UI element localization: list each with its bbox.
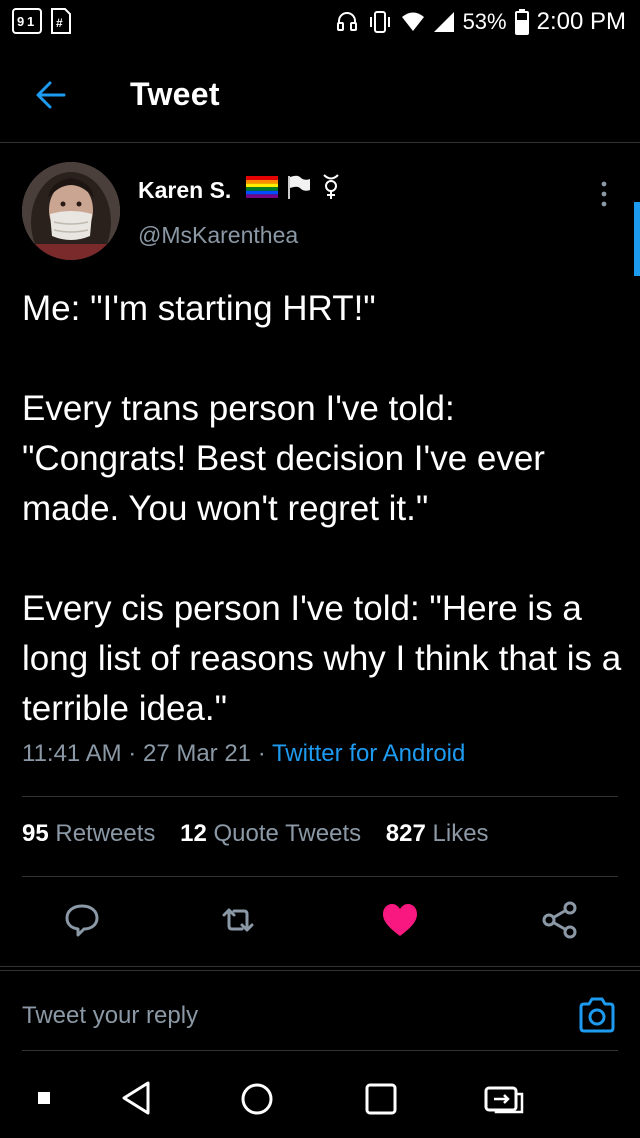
more-options-button[interactable]: [596, 180, 612, 208]
likes-count: 827: [385, 820, 426, 847]
more-vertical-icon: [601, 181, 607, 207]
divider: [22, 1050, 618, 1051]
nav-home-button[interactable]: [240, 1082, 274, 1121]
battery-percent: 53%: [462, 9, 507, 34]
reply-icon: [65, 904, 99, 937]
notification-icon: 91: [12, 8, 42, 39]
tweet-source-link[interactable]: Twitter for Android: [272, 740, 465, 767]
reply-input[interactable]: Tweet your reply: [22, 1002, 198, 1030]
reply-button[interactable]: [60, 898, 104, 942]
wifi-icon: [401, 12, 424, 31]
share-icon: [542, 901, 577, 939]
vibrate-icon: [369, 11, 390, 33]
white-flag-icon: [288, 175, 310, 199]
divider: [22, 796, 618, 797]
meta-separator: ·: [128, 740, 137, 767]
tweet-text: Me: "I'm starting HRT!" Every trans pers…: [22, 289, 622, 728]
avatar[interactable]: [22, 162, 120, 260]
back-button[interactable]: [34, 78, 68, 112]
name-emoji: [246, 174, 342, 200]
scrollbar[interactable]: [634, 202, 640, 276]
divider: [22, 876, 618, 877]
retweet-icon: [222, 908, 254, 932]
headset-icon: [336, 12, 357, 31]
nav-dot-icon[interactable]: [38, 1092, 50, 1104]
retweet-button[interactable]: [216, 898, 260, 942]
quotes-label: Quote Tweets: [213, 820, 362, 847]
sim-icon: #: [50, 8, 72, 39]
svg-text:9: 9: [17, 14, 24, 29]
likes-stat[interactable]: 827 Likes: [386, 820, 489, 847]
transgender-symbol-icon: [323, 174, 339, 199]
camera-button[interactable]: [578, 996, 616, 1034]
nav-switch-button[interactable]: [484, 1084, 524, 1121]
author-handle[interactable]: @MsKarenthea: [138, 222, 298, 249]
svg-text:1: 1: [27, 14, 34, 29]
status-bar: 91 # 53% 2:00 PM: [0, 0, 640, 44]
quote-tweets-stat[interactable]: 12 Quote Tweets: [180, 820, 361, 847]
back-arrow-icon: [36, 81, 66, 109]
circle-home-icon: [241, 1083, 273, 1115]
svg-text:#: #: [56, 16, 63, 30]
tweet-time: 11:41 AM: [22, 740, 122, 767]
page-title: Tweet: [130, 76, 220, 112]
square-recents-icon: [365, 1083, 397, 1115]
tweet-stats: 95 Retweets 12 Quote Tweets 827 Likes: [22, 820, 507, 848]
clock: 2:00 PM: [536, 8, 626, 35]
meta-separator: ·: [257, 740, 266, 767]
nav-recents-button[interactable]: [364, 1082, 398, 1121]
camera-icon: [579, 997, 615, 1033]
tweet-date: 27 Mar 21: [142, 740, 252, 767]
rainbow-flag-icon: [246, 176, 278, 198]
battery-icon: [514, 9, 529, 35]
status-right: 53% 2:00 PM: [335, 8, 626, 36]
signal-icon: [433, 12, 454, 32]
avatar-image: [22, 162, 120, 260]
tweet-meta: 11:41 AM · 27 Mar 21 · Twitter for Andro…: [22, 740, 465, 768]
divider: [0, 966, 640, 967]
quotes-count: 12: [180, 820, 207, 847]
author-name[interactable]: Karen S.: [138, 177, 231, 204]
retweets-stat[interactable]: 95 Retweets: [22, 820, 155, 847]
header-divider: [0, 142, 640, 143]
screen-switch-icon: [484, 1086, 524, 1114]
triangle-back-icon: [122, 1081, 150, 1115]
retweets-label: Retweets: [55, 820, 156, 847]
retweets-count: 95: [22, 820, 49, 847]
divider: [0, 970, 640, 971]
likes-label: Likes: [432, 820, 489, 847]
like-button[interactable]: [378, 898, 422, 942]
heart-icon: [383, 904, 417, 936]
nav-back-button[interactable]: [120, 1080, 152, 1121]
share-button[interactable]: [538, 898, 582, 942]
